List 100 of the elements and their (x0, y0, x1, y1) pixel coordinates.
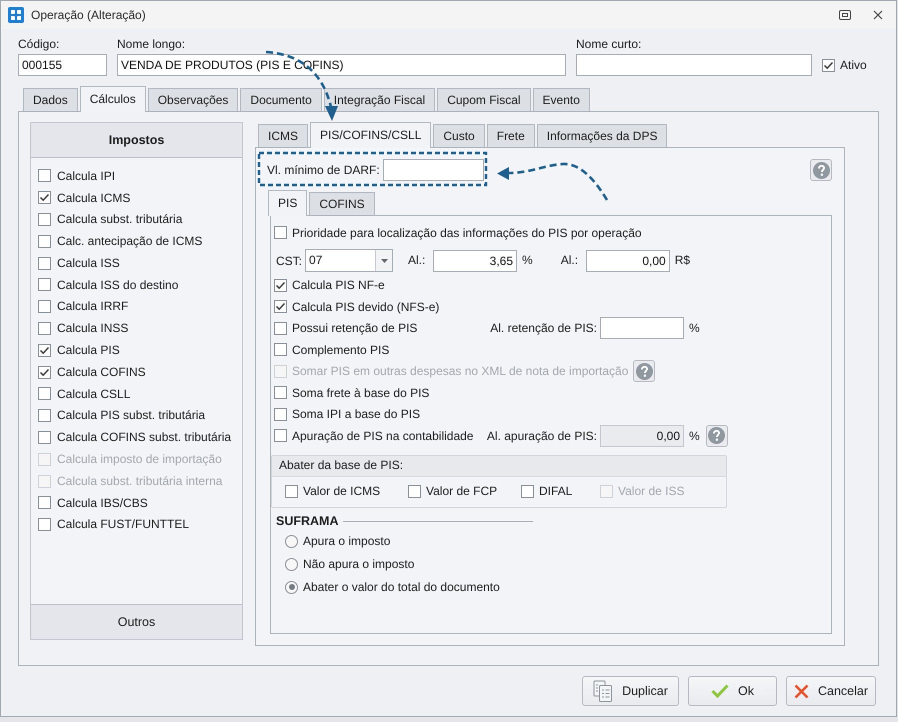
radio-label[interactable]: Não apura o imposto (303, 556, 414, 572)
checkbox-label[interactable]: Calcula COFINS (57, 364, 146, 380)
checkbox[interactable] (38, 256, 51, 270)
rate-field[interactable] (600, 317, 684, 340)
checkbox[interactable] (274, 278, 287, 292)
field-label: CST: (276, 254, 302, 268)
checkbox-label[interactable]: Calcula PIS NF-e (292, 278, 385, 292)
restore-window-icon[interactable] (839, 10, 851, 20)
checkbox[interactable] (38, 387, 51, 400)
checkbox-label[interactable]: Calcula PIS (57, 343, 120, 358)
checkbox-label[interactable]: Calcula FUST/FUNTTEL (57, 517, 190, 532)
close-icon[interactable] (873, 10, 883, 20)
tab[interactable]: Documento (240, 88, 322, 111)
text-field[interactable] (576, 54, 812, 76)
checkbox-label[interactable]: Calcula CSLL (57, 386, 130, 402)
checkbox-label[interactable]: Calcula IBS/CBS (57, 496, 148, 510)
checkbox-label[interactable]: Calcula PIS devido (NFS-e) (292, 300, 440, 314)
checkbox[interactable] (274, 322, 287, 335)
radio-button[interactable] (285, 534, 298, 548)
checkbox-label[interactable]: Valor de ICMS (303, 484, 380, 499)
dropdown-field[interactable]: 07 (305, 249, 394, 272)
checkbox[interactable] (274, 343, 287, 356)
text-field[interactable]: 000155 (18, 54, 107, 76)
help-icon (636, 362, 653, 380)
checkbox[interactable] (521, 484, 534, 498)
rate-field[interactable]: 0,00 (586, 250, 670, 272)
checkbox[interactable] (274, 408, 287, 421)
checkbox-label[interactable]: Possui retenção de PIS (292, 321, 418, 336)
checkbox[interactable] (38, 366, 51, 379)
section-header[interactable]: Impostos (31, 123, 242, 158)
checkbox[interactable] (822, 58, 835, 72)
dialog-button[interactable]: Ok (688, 676, 777, 706)
checkbox-label[interactable]: Soma IPI a base do PIS (292, 407, 420, 422)
cross-icon (794, 684, 809, 698)
checkbox[interactable] (38, 191, 51, 204)
checkbox-label[interactable]: Calcula ISS do destino (57, 278, 178, 292)
checkbox[interactable] (38, 169, 51, 182)
checkbox[interactable] (38, 322, 51, 335)
checkbox-label[interactable]: Apuração de PIS na contabilidade (292, 428, 474, 443)
help-button[interactable] (810, 159, 832, 181)
checkbox-label[interactable]: Calcula subst. tributária (57, 212, 182, 227)
checkbox[interactable] (274, 386, 287, 400)
dialog-button[interactable]: Duplicar (582, 676, 679, 706)
checkbox-label[interactable]: Valor de FCP (426, 484, 498, 499)
checkbox-label[interactable]: Calcula ISS (57, 256, 120, 270)
tab[interactable]: PIS (268, 190, 308, 216)
tab[interactable]: Frete (486, 124, 535, 147)
field-label: Al.: (560, 253, 580, 268)
checkbox[interactable] (38, 234, 51, 248)
tab[interactable]: Informações da DPS (536, 124, 668, 147)
checkbox[interactable] (38, 344, 51, 357)
tab[interactable]: PIS/COFINS/CSLL (310, 122, 432, 148)
checkbox-label[interactable]: Complemento PIS (292, 342, 390, 357)
help-icon (812, 162, 830, 178)
section-header[interactable]: Outros (31, 604, 242, 639)
checkbox[interactable] (38, 212, 51, 226)
help-icon (708, 427, 726, 444)
checkbox[interactable] (38, 496, 51, 510)
radio-button[interactable] (285, 558, 298, 570)
tab[interactable]: Cupom Fiscal (437, 88, 531, 111)
tab[interactable]: ICMS (258, 124, 308, 147)
checkbox-label[interactable]: Soma frete à base do PIS (292, 386, 430, 400)
tab[interactable]: Observações (148, 88, 238, 111)
checkbox-label[interactable]: Prioridade para localização das informações do PIS por operação (292, 226, 642, 240)
radio-button[interactable] (285, 580, 298, 594)
checkbox-label[interactable]: Calc. antecipação de ICMS (57, 234, 202, 248)
tab[interactable]: Dados (23, 88, 78, 111)
checkbox-label[interactable]: Calcula COFINS subst. tributária (57, 430, 232, 445)
checkbox[interactable] (38, 409, 51, 422)
tab[interactable]: Integração Fiscal (324, 88, 436, 111)
checkbox-label[interactable]: Calcula ICMS (57, 190, 130, 205)
checkbox[interactable] (408, 484, 421, 498)
checkbox-label[interactable]: Calcula IPI (57, 168, 116, 184)
checkbox-label[interactable]: Ativo (840, 58, 867, 72)
checkbox[interactable] (285, 484, 298, 498)
checkbox[interactable] (274, 429, 287, 442)
checkbox[interactable] (38, 430, 51, 444)
tab[interactable]: Custo (433, 124, 485, 147)
help-button[interactable] (706, 424, 728, 447)
checkbox-label[interactable]: Calcula PIS subst. tributária (57, 408, 206, 423)
radio-label[interactable]: Apura o imposto (303, 534, 390, 548)
checkbox-label[interactable]: DIFAL (539, 484, 572, 499)
checkbox[interactable] (38, 278, 51, 292)
checkbox[interactable] (38, 300, 51, 314)
text-field[interactable] (382, 159, 484, 181)
rate-field[interactable]: 3,65 (433, 250, 518, 272)
app-icon (8, 7, 24, 23)
radio-label[interactable]: Abater o valor do total do documento (303, 580, 500, 594)
checkbox[interactable] (274, 226, 287, 240)
tab[interactable]: Evento (532, 88, 590, 111)
checkbox[interactable] (274, 300, 287, 314)
checkbox-label[interactable]: Calcula INSS (57, 321, 128, 336)
checkbox[interactable] (38, 518, 51, 532)
tab[interactable]: Cálculos (80, 86, 146, 112)
unit-label: % (689, 321, 700, 336)
tab[interactable]: COFINS (309, 192, 375, 215)
checkbox-label[interactable]: Calcula IRRF (57, 299, 128, 314)
check-icon (711, 684, 729, 698)
field-label: Nome longo: (117, 37, 186, 51)
dialog-button[interactable]: Cancelar (786, 676, 876, 706)
